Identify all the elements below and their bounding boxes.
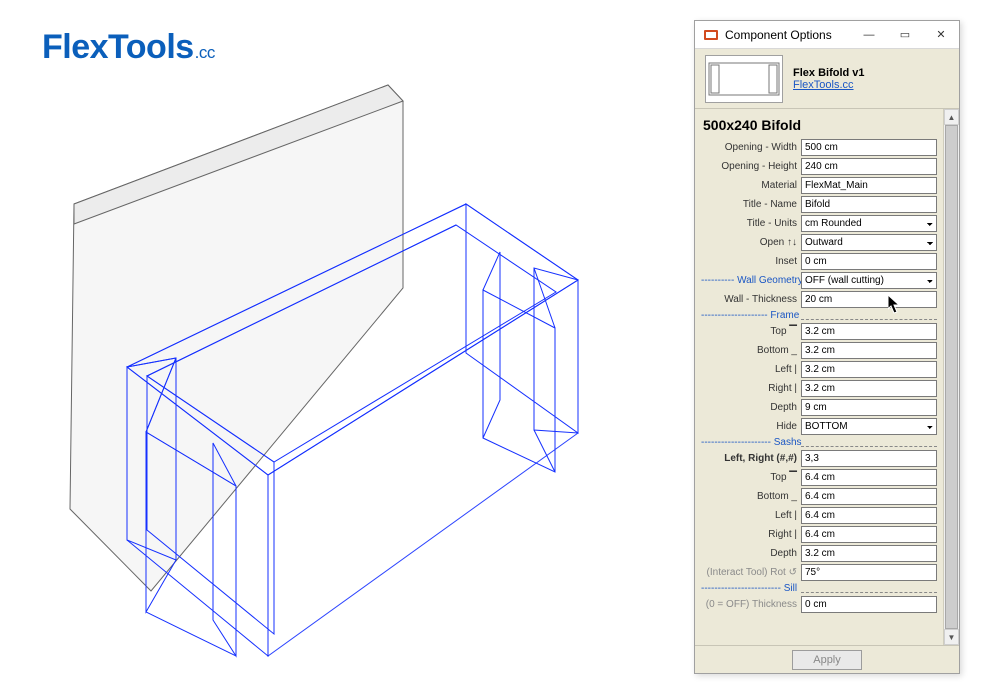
select-frame-hide[interactable]: BOTTOM <box>801 418 937 435</box>
input-frame-depth[interactable] <box>801 399 937 416</box>
sketchup-icon <box>703 27 719 43</box>
input-frame-left[interactable] <box>801 361 937 378</box>
scroll-up-arrow[interactable]: ▲ <box>944 109 959 125</box>
lbl-sash-bottom: Bottom _ <box>701 491 797 502</box>
divider <box>801 592 937 593</box>
input-sash-left[interactable] <box>801 507 937 524</box>
divider <box>801 319 937 320</box>
input-title-name[interactable] <box>801 196 937 213</box>
lbl-sash-left: Left | <box>701 510 797 521</box>
options-scroll-area[interactable]: 500x240 Bifold Opening - Width Opening -… <box>695 109 943 645</box>
input-sill-thickness[interactable] <box>801 596 937 613</box>
lbl-sash-depth: Depth <box>701 548 797 559</box>
hdr-frame: -------------------- Frame <box>701 310 797 321</box>
vertical-scrollbar[interactable]: ▲ ▼ <box>943 109 959 645</box>
minimize-button[interactable]: — <box>851 21 887 49</box>
hdr-sashs: --------------------- Sashs <box>701 437 797 448</box>
component-name: Flex Bifold v1 <box>793 67 865 79</box>
scroll-thumb[interactable] <box>945 125 958 629</box>
lbl-rot: (Interact Tool) Rot ↺ <box>701 567 797 578</box>
select-open-direction[interactable]: Outward <box>801 234 937 251</box>
input-frame-right[interactable] <box>801 380 937 397</box>
input-lr-count[interactable] <box>801 450 937 467</box>
lbl-frame-depth: Depth <box>701 402 797 413</box>
input-sash-top[interactable] <box>801 469 937 486</box>
lbl-open-dir: Open ↑↓ <box>701 237 797 248</box>
lbl-lr-count: Left, Right (#,#) <box>701 453 797 464</box>
window-titlebar[interactable]: Component Options — ▭ ✕ <box>695 21 959 49</box>
input-wall-thickness[interactable] <box>801 291 937 308</box>
scroll-down-arrow[interactable]: ▼ <box>944 629 959 645</box>
panel-body: 500x240 Bifold Opening - Width Opening -… <box>695 109 959 645</box>
input-sash-bottom[interactable] <box>801 488 937 505</box>
window-title: Component Options <box>725 28 851 42</box>
component-options-window: Component Options — ▭ ✕ Flex Bifold v1 F… <box>694 20 960 674</box>
hdr-sill: ------------------------ Sill <box>701 583 797 594</box>
close-button[interactable]: ✕ <box>923 21 959 49</box>
lbl-opening-width: Opening - Width <box>701 142 797 153</box>
apply-button[interactable]: Apply <box>792 650 862 670</box>
lbl-frame-hide: Hide <box>701 421 797 432</box>
section-title: 500x240 Bifold <box>703 117 937 133</box>
lbl-sash-right: Right | <box>701 529 797 540</box>
input-opening-height[interactable] <box>801 158 937 175</box>
lbl-frame-top: Top ▔ <box>701 326 797 337</box>
input-sash-right[interactable] <box>801 526 937 543</box>
input-rot[interactable] <box>801 564 937 581</box>
input-sash-depth[interactable] <box>801 545 937 562</box>
apply-row: Apply <box>695 645 959 673</box>
maximize-button[interactable]: ▭ <box>887 21 923 49</box>
lbl-frame-left: Left | <box>701 364 797 375</box>
hdr-wall-geometry: ---------- Wall Geometry <box>701 275 797 286</box>
lbl-title-units: Title - Units <box>701 218 797 229</box>
select-title-units[interactable]: cm Rounded <box>801 215 937 232</box>
input-inset[interactable] <box>801 253 937 270</box>
lbl-opening-height: Opening - Height <box>701 161 797 172</box>
lbl-sash-top: Top ▔ <box>701 472 797 483</box>
divider <box>801 446 937 447</box>
input-opening-width[interactable] <box>801 139 937 156</box>
lbl-sill-thickness: (0 = OFF) Thickness <box>701 599 797 610</box>
component-link[interactable]: FlexTools.cc <box>793 79 865 91</box>
input-frame-top[interactable] <box>801 323 937 340</box>
lbl-frame-bottom: Bottom _ <box>701 345 797 356</box>
component-header: Flex Bifold v1 FlexTools.cc <box>695 49 959 109</box>
lbl-inset: Inset <box>701 256 797 267</box>
component-thumbnail <box>705 55 783 103</box>
lbl-frame-right: Right | <box>701 383 797 394</box>
lbl-material: Material <box>701 180 797 191</box>
model-viewport[interactable] <box>0 0 700 685</box>
lbl-title-name: Title - Name <box>701 199 797 210</box>
input-frame-bottom[interactable] <box>801 342 937 359</box>
select-wall-geometry[interactable]: OFF (wall cutting) <box>801 272 937 289</box>
options-form: Opening - Width Opening - Height Materia… <box>701 139 937 613</box>
input-material[interactable] <box>801 177 937 194</box>
lbl-wall-thickness: Wall - Thickness <box>701 294 797 305</box>
